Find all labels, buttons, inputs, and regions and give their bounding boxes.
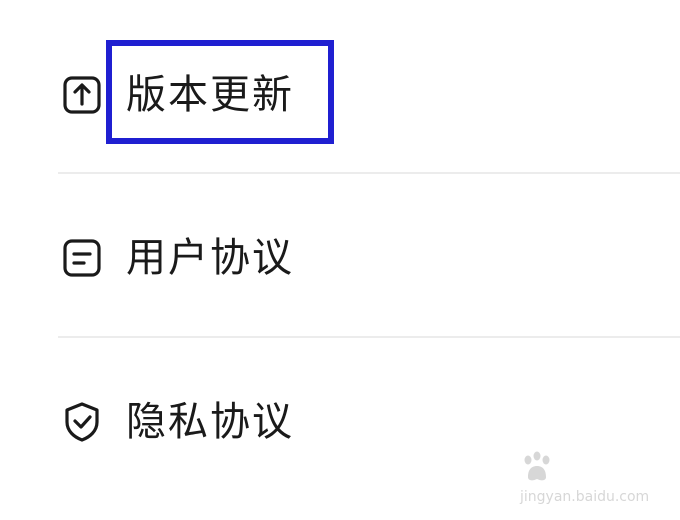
watermark-url: jingyan.baidu.com (520, 489, 650, 505)
user-agreement-label: 用户协议 (126, 235, 294, 281)
settings-list: 版本更新 用户协议 隐私协议 jingyan.baidu.com (0, 0, 680, 520)
upload-icon (60, 73, 104, 117)
user-agreement-item[interactable]: 用户协议 (0, 198, 680, 318)
divider (58, 336, 680, 338)
shield-check-icon (60, 400, 104, 444)
divider (58, 172, 680, 174)
version-update-item[interactable]: 版本更新 (0, 35, 680, 155)
highlight-box (106, 40, 334, 144)
privacy-policy-label: 隐私协议 (126, 399, 294, 445)
document-icon (60, 236, 104, 280)
privacy-policy-item[interactable]: 隐私协议 (0, 362, 680, 482)
